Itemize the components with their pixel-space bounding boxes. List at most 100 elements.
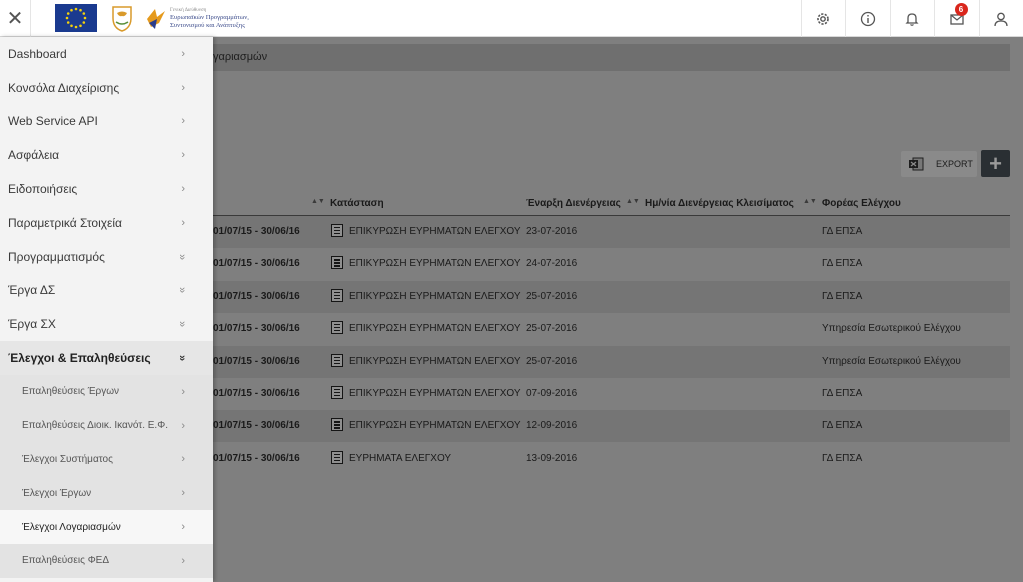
start-date-cell: 13-09-2016 [526, 452, 578, 464]
status-cell: ΕΠΙΚΥΡΩΣΗ ΕΥΡΗΜΑΤΩΝ ΕΛΕΓΧΟΥ [349, 420, 521, 432]
audit-body-cell: ΓΔ ΕΠΣΑ [822, 420, 863, 432]
sidebar-item-web-service-api[interactable]: Web Service API › [0, 105, 213, 139]
sidebar-item-planning[interactable]: Προγραμματισμός » [0, 240, 213, 274]
sidebar-subitem-project-audits[interactable]: Έλεγχοι Έργων › [0, 476, 213, 511]
export-label: EXPORT [936, 159, 973, 169]
sidebar-item-label: Ασφάλεια [8, 148, 60, 163]
sidebar-subitem-label: Επαληθεύσεις ΦΕΔ [22, 555, 110, 567]
sidebar-subitem-label: Επαληθεύσεις Έργων [22, 386, 120, 398]
chevron-right-icon: › [181, 216, 185, 229]
sidebar-item-label: Έργα ΔΣ [8, 283, 56, 298]
add-button[interactable]: + [981, 150, 1010, 177]
chevron-right-icon: › [181, 47, 185, 60]
start-date-cell: 25-07-2016 [526, 290, 578, 302]
status-cell: ΕΠΙΚΥΡΩΣΗ ΕΥΡΗΜΑΤΩΝ ΕΛΕΓΧΟΥ [349, 355, 521, 367]
chevron-double-down-icon: » [175, 321, 188, 328]
sidebar-item-projects-ds[interactable]: Έργα ΔΣ » [0, 274, 213, 308]
sort-icon[interactable]: ▲▼ [626, 198, 640, 205]
period-cell: 01/07/15 - 30/06/16 [213, 388, 300, 399]
chevron-right-icon: › [181, 183, 185, 196]
start-date-cell: 12-09-2016 [526, 420, 578, 432]
table-row[interactable]: 01/07/15 - 30/06/16 ΕΠΙΚΥΡΩΣΗ ΕΥΡΗΜΑΤΩΝ Ε… [213, 378, 1010, 410]
sidebar-item-notifications[interactable]: Ειδοποιήσεις › [0, 172, 213, 206]
sidebar-item-audits[interactable]: Έλεγχοι & Επαληθεύσεις » [0, 341, 213, 375]
info-button[interactable] [845, 0, 890, 37]
sidebar-item-parameters[interactable]: Παραμετρικά Στοιχεία › [0, 206, 213, 240]
sidebar-item-dashboard[interactable]: Dashboard › [0, 37, 213, 71]
sidebar-subitem-label: Επαληθεύσεις Διοικ. Ικανότ. Ε.Φ. [22, 420, 168, 432]
audit-body-cell: ΓΔ ΕΠΣΑ [822, 258, 863, 270]
table-row[interactable]: 01/07/15 - 30/06/16 ΕΠΙΚΥΡΩΣΗ ΕΥΡΗΜΑΤΩΝ Ε… [213, 216, 1010, 248]
start-date-cell: 07-09-2016 [526, 388, 578, 399]
directorate-line-1: Γενική Διεύθυνση [170, 7, 207, 13]
chevron-right-icon: › [181, 385, 185, 398]
plus-icon: + [989, 150, 1002, 176]
column-header-body[interactable]: Φορέας Ελέγχου [822, 198, 901, 209]
sidebar-subitem-fed-verifications[interactable]: Επαληθεύσεις ΦΕΔ › [0, 543, 213, 578]
period-cell: 01/07/15 - 30/06/16 [213, 226, 300, 237]
settings-button[interactable] [800, 0, 846, 37]
sort-icon[interactable]: ▲▼ [803, 198, 817, 205]
notifications-button[interactable] [889, 0, 935, 37]
sidebar-item-label: Κονσόλα Διαχείρισης [8, 80, 120, 95]
document-icon [331, 386, 343, 399]
chevron-right-icon: › [181, 554, 185, 567]
breadcrumb: γαριασμών [213, 44, 1010, 71]
sidebar-item-admin-console[interactable]: Κονσόλα Διαχείρισης › [0, 71, 213, 105]
table-row[interactable]: 01/07/15 - 30/06/16 ΕΠΙΚΥΡΩΣΗ ΕΥΡΗΜΑΤΩΝ Ε… [213, 313, 1010, 345]
table-row[interactable]: 01/07/15 - 30/06/16 ΕΠΙΚΥΡΩΣΗ ΕΥΡΗΜΑΤΩΝ Ε… [213, 345, 1010, 378]
sidebar-item-label: Παραμετρικά Στοιχεία [8, 215, 122, 230]
document-icon [331, 224, 343, 237]
chevron-right-icon: › [181, 149, 185, 162]
table-row[interactable]: 01/07/15 - 30/06/16 ΕΠΙΚΥΡΩΣΗ ΕΥΡΗΜΑΤΩΝ Ε… [213, 248, 1010, 280]
start-date-cell: 25-07-2016 [526, 355, 578, 367]
status-cell: ΕΠΙΚΥΡΩΣΗ ΕΥΡΗΜΑΤΩΝ ΕΛΕΓΧΟΥ [349, 258, 521, 270]
chevron-right-icon: › [181, 521, 185, 534]
start-date-cell: 24-07-2016 [526, 258, 578, 270]
notification-badge: 6 [954, 3, 968, 16]
excel-icon [909, 157, 924, 171]
directorate-line-3: Συντονισμού και Ανάπτυξης [170, 21, 245, 29]
sort-icon[interactable]: ▲▼ [311, 198, 325, 205]
table-row[interactable]: 01/07/15 - 30/06/16 ΕΠΙΚΥΡΩΣΗ ΕΥΡΗΜΑΤΩΝ Ε… [213, 410, 1010, 443]
user-account-button[interactable] [978, 0, 1023, 37]
chevron-right-icon: › [181, 81, 185, 94]
bell-icon [905, 12, 919, 26]
sidebar-subitem-system-audits[interactable]: Έλεγχοι Συστήματος › [0, 442, 213, 477]
directorate-line-2: Ευρωπαϊκών Προγραμμάτων, [170, 14, 249, 22]
sidebar-subitem-admin-capacity-verifications[interactable]: Επαληθεύσεις Διοικ. Ικανότ. Ε.Φ. › [0, 408, 213, 443]
chevron-right-icon: › [181, 419, 185, 432]
column-header-close[interactable]: Ημ/νία Διενέργειας Κλεισίματος [645, 198, 794, 209]
sidebar-item-security[interactable]: Ασφάλεια › [0, 138, 213, 172]
status-cell: ΕΥΡΗΜΑΤΑ ΕΛΕΓΧΟΥ [349, 452, 452, 464]
document-icon [331, 288, 343, 302]
audit-body-cell: ΓΔ ΕΠΣΑ [822, 452, 863, 464]
status-cell: ΕΠΙΚΥΡΩΣΗ ΕΥΡΗΜΑΤΩΝ ΕΛΕΓΧΟΥ [349, 290, 521, 302]
close-menu-button[interactable]: ✕ [0, 0, 31, 37]
breadcrumb-current: γαριασμών [213, 51, 268, 63]
sidebar-item-projects-sx[interactable]: Έργα ΣΧ » [0, 307, 213, 341]
table-row[interactable]: 01/07/15 - 30/06/16 ΕΥΡΗΜΑΤΑ ΕΛΕΓΧΟΥ 13-09… [213, 443, 1010, 475]
document-icon [331, 418, 343, 432]
sidebar-item-label: Έλεγχοι & Επαληθεύσεις [8, 351, 151, 366]
audit-body-cell: ΓΔ ΕΠΣΑ [822, 226, 863, 237]
messages-button[interactable]: 6 [934, 0, 979, 37]
info-icon [860, 11, 875, 26]
period-cell: 01/07/15 - 30/06/16 [213, 452, 300, 464]
cyprus-emblem-logo [109, 4, 135, 32]
column-header-status[interactable]: Κατάσταση [330, 198, 384, 209]
table-row[interactable]: 01/07/15 - 30/06/16 ΕΠΙΚΥΡΩΣΗ ΕΥΡΗΜΑΤΩΝ Ε… [213, 280, 1010, 313]
sidebar-subitem-project-verifications[interactable]: Επαληθεύσεις Έργων › [0, 374, 213, 409]
audit-body-cell: Υπηρεσία Εσωτερικού Ελέγχου [822, 355, 961, 367]
chevron-right-icon: › [181, 115, 185, 128]
export-button[interactable]: EXPORT [901, 151, 977, 177]
table-header: ▲▼ Κατάσταση Έναρξη Διενέργειας ▲▼ Ημ/νί… [213, 192, 1010, 216]
sidebar-subitem-account-audits[interactable]: Έλεγχοι Λογαριασμών › [0, 510, 213, 544]
user-icon [994, 12, 1008, 26]
chevron-right-icon: › [181, 487, 185, 500]
column-header-start[interactable]: Έναρξη Διενέργειας [526, 198, 621, 209]
start-date-cell: 25-07-2016 [526, 323, 578, 335]
sidebar-menu: Dashboard › Κονσόλα Διαχείρισης › Web Serv… [0, 37, 213, 582]
period-cell: 01/07/15 - 30/06/16 [213, 258, 300, 270]
audit-body-cell: Υπηρεσία Εσωτερικού Ελέγχου [822, 323, 961, 335]
